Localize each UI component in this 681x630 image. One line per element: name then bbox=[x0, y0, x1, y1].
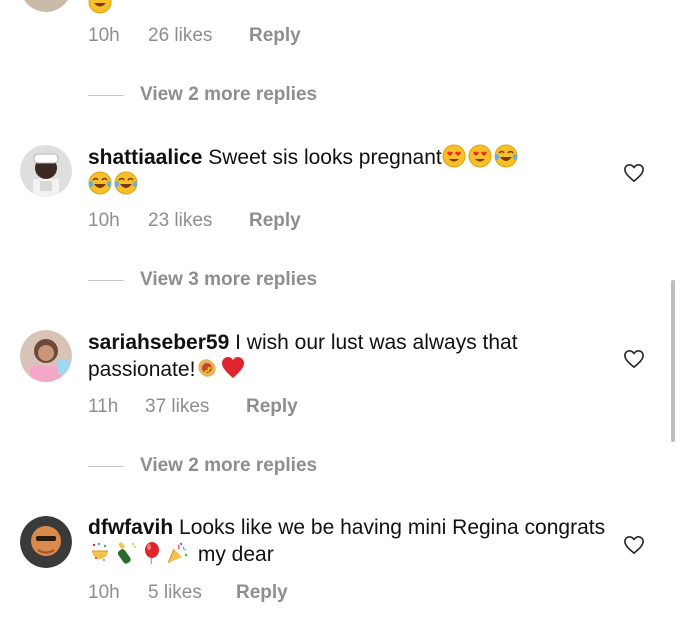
divider-line bbox=[88, 280, 124, 281]
like-button-sariahseber59[interactable] bbox=[623, 349, 645, 369]
comment-time: 10h bbox=[88, 210, 120, 231]
comment-time: 10h bbox=[88, 25, 120, 46]
comment-username[interactable]: shattiaalice bbox=[88, 146, 202, 169]
party-popper-emoji bbox=[166, 541, 190, 565]
hot-dog-emoji bbox=[195, 356, 219, 380]
like-button-shattiaalice[interactable] bbox=[623, 163, 645, 183]
reply-button[interactable]: Reply bbox=[249, 24, 301, 48]
heart-eyes-emoji bbox=[468, 144, 492, 168]
grinning-emoji bbox=[88, 0, 112, 14]
red-heart-emoji bbox=[221, 356, 245, 380]
avatar-dfwfavih[interactable] bbox=[20, 516, 72, 568]
heart-outline-icon bbox=[624, 536, 644, 554]
comment-text-sariahseber59: sariahseber59 I wish our lust was always… bbox=[88, 330, 608, 383]
heart-outline-icon bbox=[624, 350, 644, 368]
comment-text-dfwfavih: dfwfavih Looks like we be having mini Re… bbox=[88, 515, 608, 568]
view-replies-button[interactable]: View 3 more replies bbox=[88, 267, 368, 293]
comment-body: Looks like we be having mini Regina cong… bbox=[179, 516, 606, 539]
comment-text-shattiaalice: shattiaalice Sweet sis looks pregnant bbox=[88, 144, 608, 198]
avatar-sariahseber59[interactable] bbox=[20, 330, 72, 382]
scrollbar[interactable] bbox=[671, 280, 675, 442]
avatar-shattiaalice[interactable] bbox=[20, 145, 72, 197]
reply-button[interactable]: Reply bbox=[249, 209, 301, 233]
comment-username[interactable]: sariahseber59 bbox=[88, 331, 229, 354]
avatar-previous[interactable] bbox=[20, 0, 72, 12]
comment-username[interactable]: dfwfavih bbox=[88, 516, 173, 539]
heart-eyes-emoji bbox=[442, 144, 466, 168]
divider-line bbox=[88, 466, 124, 467]
comment-meta-previous: 10h 26 likes Reply bbox=[88, 24, 328, 48]
comment-likes[interactable]: 5 likes bbox=[148, 581, 202, 605]
like-button-dfwfavih[interactable] bbox=[623, 535, 645, 555]
champagne-emoji bbox=[114, 541, 138, 565]
view-replies-button[interactable]: View 2 more replies bbox=[88, 82, 368, 108]
view-replies-button[interactable]: View 2 more replies bbox=[88, 453, 368, 479]
heart-outline-icon bbox=[624, 164, 644, 182]
divider-line bbox=[88, 95, 124, 96]
comment-likes[interactable]: 23 likes bbox=[148, 209, 212, 233]
reply-button[interactable]: Reply bbox=[246, 395, 298, 419]
tears-of-joy-emoji bbox=[88, 171, 112, 195]
comment-meta-dfwfavih: 10h 5 likes Reply bbox=[88, 581, 328, 605]
comment-body: Sweet sis looks pregnant bbox=[208, 146, 442, 169]
comment-time: 10h bbox=[88, 582, 120, 603]
confetti-ball-emoji bbox=[88, 541, 112, 565]
view-replies-label: View 2 more replies bbox=[140, 455, 318, 476]
comment-likes[interactable]: 37 likes bbox=[145, 395, 209, 419]
comment-meta-shattiaalice: 10h 23 likes Reply bbox=[88, 209, 328, 233]
tears-of-joy-emoji bbox=[114, 171, 138, 195]
comment-time: 11h bbox=[88, 396, 119, 417]
comment-body-end: my dear bbox=[197, 543, 274, 566]
tears-of-joy-emoji bbox=[494, 144, 518, 168]
reply-button[interactable]: Reply bbox=[236, 581, 288, 605]
comments-screen: 10h 26 likes Reply View 2 more replies s… bbox=[0, 0, 681, 630]
comment-likes[interactable]: 26 likes bbox=[148, 24, 212, 48]
comment-meta-sariahseber59: 11h 37 likes Reply bbox=[88, 395, 328, 419]
view-replies-label: View 2 more replies bbox=[140, 84, 318, 105]
view-replies-label: View 3 more replies bbox=[140, 269, 318, 290]
balloon-emoji bbox=[140, 541, 164, 565]
